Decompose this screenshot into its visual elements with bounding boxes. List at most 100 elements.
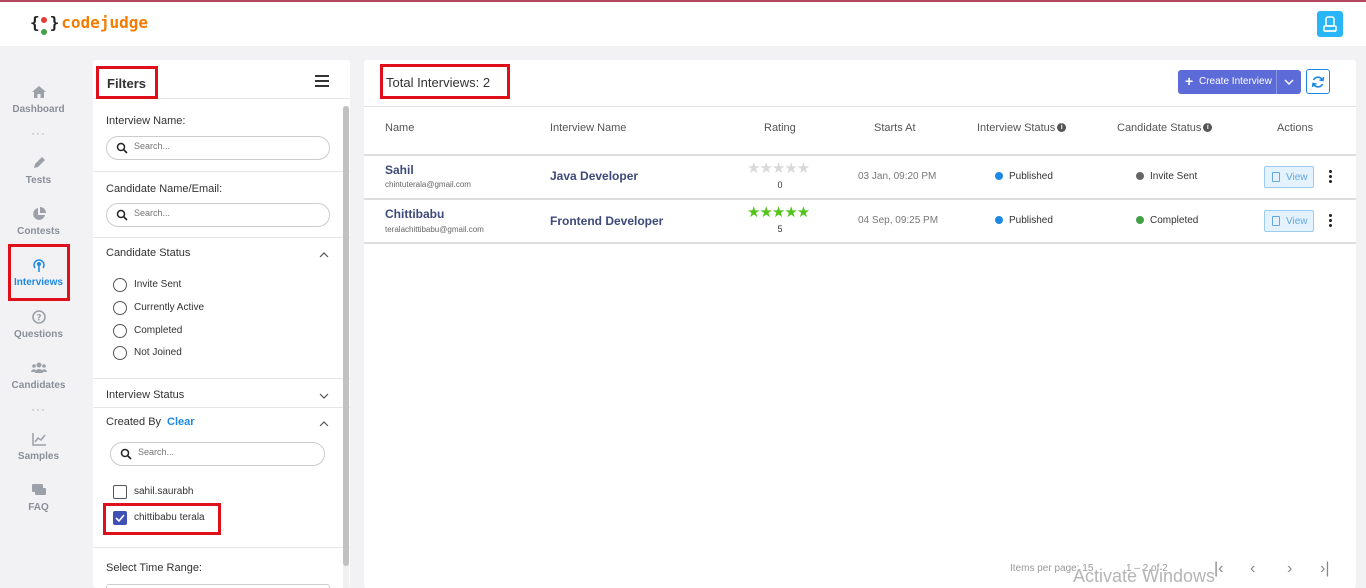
interview-name-label: Interview Name: [106, 115, 186, 127]
column-header-interview-name: Interview Name [550, 122, 627, 134]
clear-link[interactable]: Clear [167, 416, 195, 428]
highlight-box [103, 503, 221, 535]
radio-label: Invite Sent [134, 279, 182, 290]
nav-item-samples[interactable]: Samples [0, 431, 77, 462]
chevron-down-icon[interactable] [1284, 77, 1294, 87]
pie-chart-icon [32, 207, 46, 220]
nav-item-tests[interactable]: Tests [0, 155, 77, 186]
highlight-box [96, 66, 158, 99]
top-bar: {} codejudge [0, 0, 1366, 46]
nav-separator-dots: ··· [31, 402, 46, 416]
star-rating: ★★★★★ [747, 160, 810, 177]
candidate-name-label: Candidate Name/Email: [106, 183, 223, 195]
status-label: Published [1009, 171, 1053, 182]
candidate-search[interactable] [106, 203, 330, 227]
more-options-icon[interactable] [1329, 170, 1333, 184]
view-button[interactable]: View [1264, 166, 1314, 188]
column-header-label: Candidate Status [1117, 122, 1202, 134]
create-interview-button[interactable]: + Create Interview [1178, 70, 1301, 94]
interview-name-link[interactable]: Java Developer [550, 169, 638, 183]
codejudge-logo[interactable]: {} codejudge [30, 13, 148, 35]
last-page-icon[interactable]: ›| [1320, 560, 1329, 578]
radio-not-joined[interactable] [113, 346, 127, 360]
search-input[interactable] [138, 447, 318, 457]
chevron-up-icon[interactable] [319, 419, 329, 429]
column-header-interview-status: Interview Status i [977, 122, 1067, 134]
question-circle-icon: ? [31, 310, 46, 324]
button-separator [1276, 70, 1277, 94]
created-by-header: Created By Clear [106, 416, 195, 428]
nav-item-questions[interactable]: ? Questions [0, 309, 77, 340]
view-button[interactable]: View [1264, 210, 1314, 232]
divider [93, 171, 350, 172]
checkbox-sahil-saurabh[interactable] [113, 485, 127, 499]
chevron-up-icon[interactable] [319, 250, 329, 260]
interview-status: Published [995, 215, 1053, 226]
time-range-input[interactable] [106, 584, 330, 588]
candidate-email: teralachittibabu@gmail.com [385, 225, 484, 234]
menu-icon[interactable] [315, 75, 329, 87]
prev-page-icon[interactable]: ‹ [1250, 560, 1255, 578]
logo-brace-open: { [30, 13, 40, 32]
divider [364, 242, 1356, 244]
user-profile-button[interactable] [1317, 11, 1343, 37]
candidate-status: Completed [1136, 215, 1198, 226]
nav-item-dashboard[interactable]: Dashboard [0, 84, 77, 115]
column-header-label: Interview Status [977, 122, 1056, 134]
interview-name-search[interactable] [106, 136, 330, 160]
search-icon [116, 142, 128, 154]
home-icon [31, 86, 46, 98]
column-header-name: Name [385, 122, 415, 134]
column-header-starts-at: Starts At [874, 122, 916, 134]
candidate-name[interactable]: Sahil [385, 163, 414, 177]
nav-separator-dots: ··· [31, 126, 46, 140]
column-header-candidate-status: Candidate Status i [1117, 122, 1213, 134]
left-nav: Dashboard ··· Tests Contests Interviews … [0, 46, 77, 588]
divider [93, 407, 350, 408]
radio-invite-sent[interactable] [113, 278, 127, 292]
search-input[interactable] [134, 141, 314, 151]
interview-name-link[interactable]: Frontend Developer [550, 214, 663, 228]
nav-label-samples: Samples [17, 451, 60, 462]
status-dot [1136, 216, 1144, 224]
chat-icon [31, 484, 46, 495]
line-chart-icon [31, 433, 46, 446]
time-range-label: Select Time Range: [106, 562, 202, 574]
interviews-panel: Total Interviews: 2 + Create Interview N… [364, 60, 1356, 588]
first-page-icon[interactable]: |‹ [1214, 560, 1223, 578]
rating-value: 0 [777, 180, 783, 190]
nav-item-contests[interactable]: Contests [0, 206, 77, 237]
users-icon [30, 362, 47, 373]
rating-value: 5 [777, 224, 783, 234]
search-input[interactable] [134, 208, 314, 218]
divider [93, 378, 350, 379]
search-icon [120, 448, 132, 460]
scrollbar-thumb[interactable] [343, 106, 349, 566]
nav-label-contests: Contests [17, 226, 60, 237]
starts-at: 04 Sep, 09:25 PM [858, 215, 939, 226]
refresh-icon [1311, 75, 1325, 88]
radio-currently-active[interactable] [113, 301, 127, 315]
interview-status-title[interactable]: Interview Status [106, 389, 184, 401]
candidate-name[interactable]: Chittibabu [385, 207, 444, 221]
highlight-box [380, 64, 510, 99]
nav-item-candidates[interactable]: Candidates [0, 360, 77, 391]
candidate-status: Invite Sent [1136, 171, 1197, 182]
created-by-search[interactable] [110, 442, 325, 466]
radio-completed[interactable] [113, 324, 127, 338]
nav-item-faq[interactable]: FAQ [0, 482, 77, 513]
candidate-status-title[interactable]: Candidate Status [106, 247, 190, 259]
info-icon[interactable]: i [1203, 123, 1213, 132]
next-page-icon[interactable]: › [1287, 560, 1292, 578]
create-interview-label: Create Interview [1199, 76, 1272, 87]
info-icon[interactable]: i [1057, 123, 1067, 132]
chevron-down-icon[interactable] [319, 391, 329, 401]
logo-word: codejudge [61, 13, 148, 32]
more-options-icon[interactable] [1329, 214, 1333, 228]
pencil-icon [33, 157, 45, 168]
logo-green-dot [40, 29, 47, 35]
radio-label: Not Joined [134, 347, 182, 358]
logo-red-dot [40, 17, 47, 23]
logo-brace-close: } [49, 13, 60, 32]
refresh-button[interactable] [1306, 69, 1330, 94]
